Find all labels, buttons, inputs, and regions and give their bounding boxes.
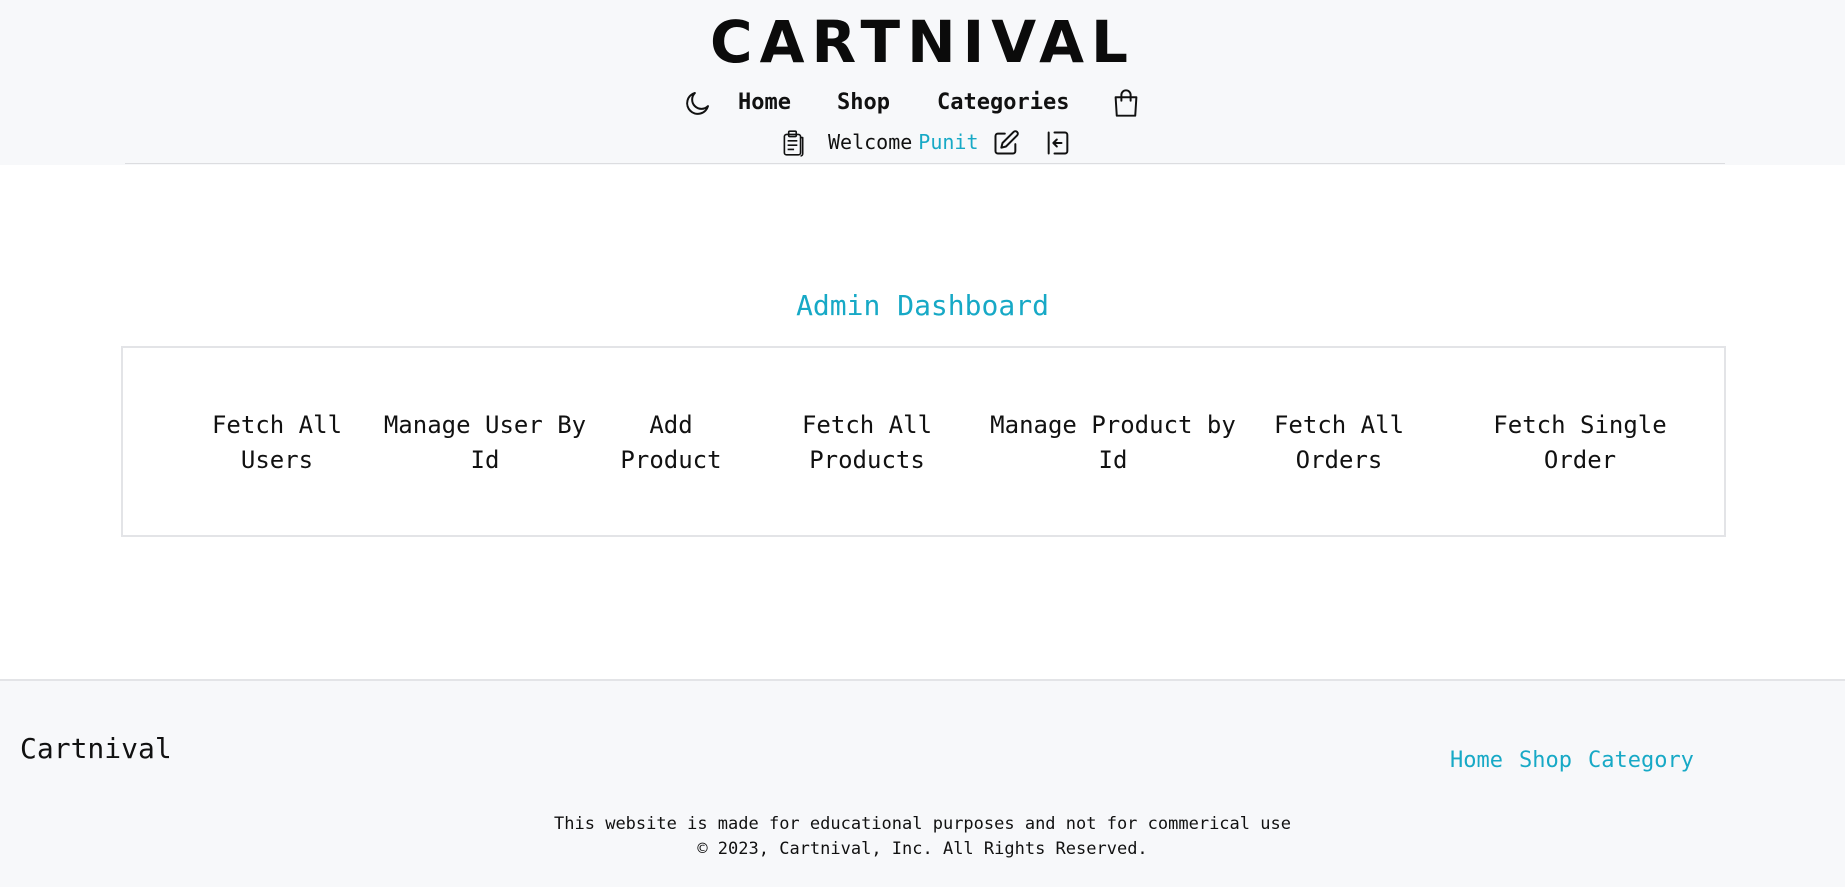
footer-category-link[interactable]: Category: [1588, 748, 1694, 773]
footer-copyright: © 2023, Cartnival, Inc. All Rights Reser…: [697, 839, 1148, 859]
shopping-bag-icon[interactable]: [1112, 88, 1140, 118]
moon-icon[interactable]: [683, 88, 713, 118]
fetch-single-order-button[interactable]: Fetch Single Order: [1467, 408, 1693, 478]
user-bar: Welcome Punit: [0, 126, 1845, 160]
header-divider: [125, 163, 1725, 164]
footer-brand: Cartnival: [20, 732, 172, 765]
edit-icon[interactable]: [992, 129, 1020, 157]
fetch-all-products-button[interactable]: Fetch All Products: [787, 408, 947, 478]
nav-home-link[interactable]: Home: [738, 88, 791, 118]
nav-shop-link[interactable]: Shop: [837, 88, 890, 118]
footer-home-link[interactable]: Home: [1450, 748, 1503, 773]
welcome-message: Welcome Punit: [828, 128, 979, 156]
username[interactable]: Punit: [918, 130, 978, 154]
logout-icon[interactable]: [1044, 129, 1072, 157]
site-header: CARTNIVAL Home Shop Categories Welcome P…: [0, 0, 1845, 165]
main-nav: Home Shop Categories: [0, 86, 1845, 122]
clipboard-icon[interactable]: [780, 129, 806, 157]
welcome-label: Welcome: [828, 130, 913, 154]
manage-product-by-id-button[interactable]: Manage Product by Id: [985, 408, 1241, 478]
footer-disclaimer: This website is made for educational pur…: [554, 814, 1291, 834]
site-footer: Cartnival Home Shop Category This website …: [0, 679, 1845, 887]
site-logo[interactable]: CARTNIVAL: [0, 6, 1845, 78]
footer-shop-link[interactable]: Shop: [1519, 748, 1572, 773]
manage-user-by-id-button[interactable]: Manage User By Id: [381, 408, 589, 478]
fetch-all-orders-button[interactable]: Fetch All Orders: [1267, 408, 1411, 478]
add-product-button[interactable]: Add Product: [613, 408, 729, 478]
dashboard-title: Admin Dashboard: [796, 289, 1049, 322]
fetch-all-users-button[interactable]: Fetch All Users: [205, 408, 349, 478]
admin-actions-panel: Fetch All Users Manage User By Id Add Pr…: [121, 346, 1726, 537]
footer-links: Home Shop Category: [1450, 745, 1710, 777]
nav-categories-link[interactable]: Categories: [937, 88, 1069, 118]
